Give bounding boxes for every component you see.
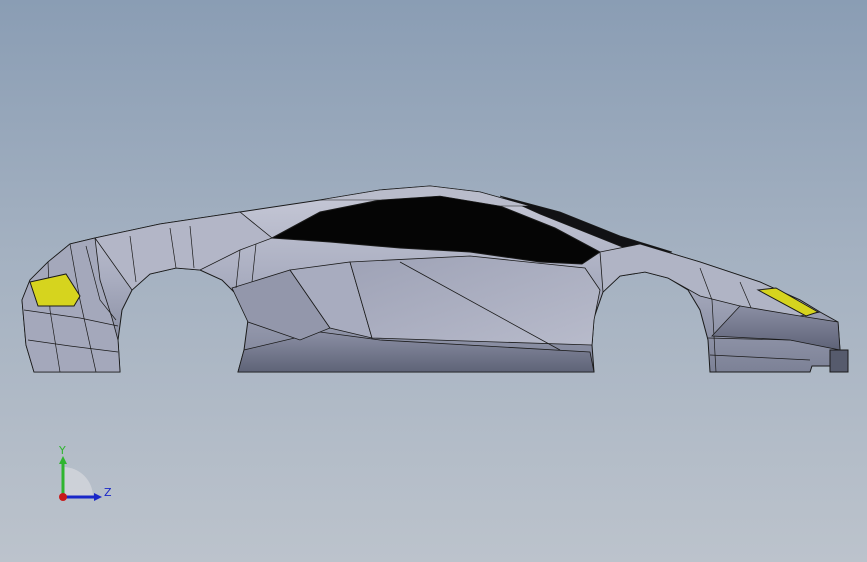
car-model[interactable]	[0, 0, 867, 562]
rear-exhaust-block	[829, 349, 849, 373]
triad-plane-quadrant	[63, 467, 93, 497]
triad-origin	[59, 493, 67, 501]
z-axis-arrowhead	[94, 493, 102, 501]
y-axis-arrowhead	[59, 456, 67, 464]
axis-triad: Y Z	[58, 444, 112, 501]
door-panel	[349, 255, 601, 346]
z-axis-label: Z	[104, 486, 112, 499]
graphics-viewport[interactable]: Y Z	[0, 0, 867, 562]
y-axis-label: Y	[58, 444, 66, 457]
